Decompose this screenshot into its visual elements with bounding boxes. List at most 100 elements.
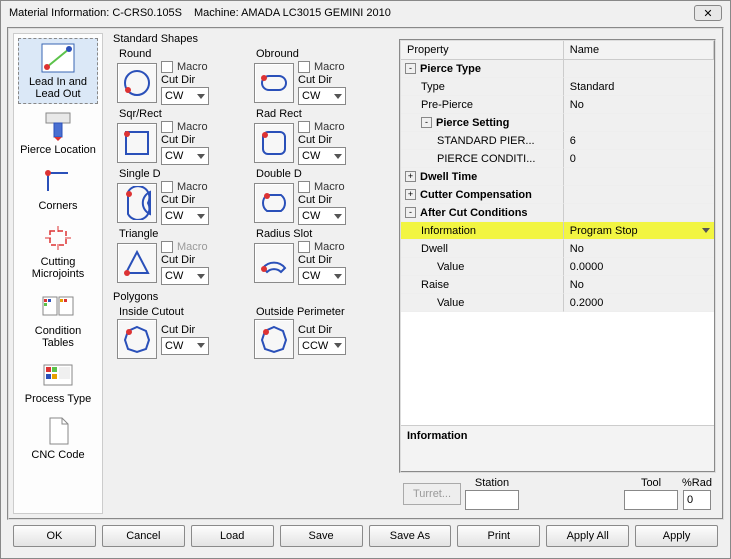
- macro-checkbox[interactable]: Macro: [161, 121, 209, 133]
- shape-button-outside-perimeter[interactable]: [254, 319, 294, 359]
- property-row[interactable]: Value0.0000: [401, 258, 714, 276]
- macro-checkbox[interactable]: Macro: [298, 241, 346, 253]
- property-row[interactable]: Pre-Pierce No: [401, 96, 714, 114]
- property-value[interactable]: [564, 204, 714, 222]
- property-value[interactable]: [564, 186, 714, 204]
- property-value[interactable]: No: [564, 96, 714, 114]
- chevron-down-icon: [197, 94, 205, 99]
- ok-button[interactable]: OK: [13, 525, 96, 547]
- shapes-panel: Standard Shapes RoundMacroCut DirCWObrou…: [113, 33, 393, 514]
- shape-button-radius-slot[interactable]: [254, 243, 294, 283]
- shape-button-obround[interactable]: [254, 63, 294, 103]
- property-value[interactable]: 6: [564, 132, 714, 150]
- property-value[interactable]: 0.2000: [564, 294, 714, 312]
- rad-label: %Rad: [682, 477, 712, 489]
- cutdir-select[interactable]: CW: [298, 147, 346, 165]
- chevron-down-icon: [197, 274, 205, 279]
- property-label: Cutter Compensation: [420, 189, 532, 201]
- apply-button[interactable]: Apply: [635, 525, 718, 547]
- shape-button-triangle[interactable]: [117, 243, 157, 283]
- cutdir-select[interactable]: CW: [161, 87, 209, 105]
- expander-icon[interactable]: -: [405, 63, 416, 74]
- chevron-down-icon: [334, 274, 342, 279]
- cnc-icon: [40, 415, 76, 447]
- property-value[interactable]: [564, 114, 714, 132]
- cutdir-select[interactable]: CW: [161, 147, 209, 165]
- property-value[interactable]: Standard: [564, 78, 714, 96]
- sidebar-item-pierce[interactable]: Pierce Location: [18, 106, 98, 160]
- cutdir-select[interactable]: CW: [298, 87, 346, 105]
- property-row[interactable]: +Dwell Time: [401, 168, 714, 186]
- tool-input[interactable]: [624, 490, 678, 510]
- shape-name-label: Rad Rect: [254, 107, 389, 121]
- shape-button-round[interactable]: [117, 63, 157, 103]
- cancel-button[interactable]: Cancel: [102, 525, 185, 547]
- macro-checkbox[interactable]: Macro: [161, 181, 209, 193]
- checkbox-icon: [161, 241, 173, 253]
- sidebar-item-microjoints[interactable]: Cutting Microjoints: [18, 218, 98, 284]
- property-label: After Cut Conditions: [420, 207, 528, 219]
- sidebar-item-lead[interactable]: Lead In and Lead Out: [18, 38, 98, 104]
- property-row[interactable]: DwellNo: [401, 240, 714, 258]
- property-row[interactable]: PIERCE CONDITI...0: [401, 150, 714, 168]
- property-row[interactable]: -After Cut Conditions: [401, 204, 714, 222]
- shape-button-inside-cutout[interactable]: [117, 319, 157, 359]
- cutdir-select[interactable]: CW: [161, 337, 209, 355]
- property-row[interactable]: -Pierce Type: [401, 60, 714, 78]
- shape-button-single-d[interactable]: [117, 183, 157, 223]
- property-value[interactable]: Program Stop: [564, 222, 714, 240]
- property-row[interactable]: Value0.2000: [401, 294, 714, 312]
- property-label: Raise: [421, 279, 449, 291]
- rad-input[interactable]: 0: [683, 490, 711, 510]
- shape-button-double-d[interactable]: [254, 183, 294, 223]
- sidebar-item-cnc[interactable]: CNC Code: [18, 411, 98, 465]
- station-input[interactable]: [465, 490, 519, 510]
- cutdir-select[interactable]: CW: [298, 207, 346, 225]
- sidebar-item-processtype[interactable]: Process Type: [18, 355, 98, 409]
- shape-button-sqr-rect[interactable]: [117, 123, 157, 163]
- turret-button[interactable]: Turret...: [403, 483, 461, 505]
- macro-checkbox[interactable]: Macro: [298, 121, 346, 133]
- property-row[interactable]: -Pierce Setting: [401, 114, 714, 132]
- expander-icon[interactable]: -: [405, 207, 416, 218]
- macro-checkbox[interactable]: Macro: [298, 181, 346, 193]
- property-value[interactable]: [564, 60, 714, 78]
- macro-checkbox[interactable]: Macro: [298, 61, 346, 73]
- property-row[interactable]: STANDARD PIER...6: [401, 132, 714, 150]
- property-label: Pre-Pierce: [421, 99, 473, 111]
- cutdir-label: Cut Dir: [161, 134, 209, 146]
- property-value[interactable]: [564, 168, 714, 186]
- cutdir-select[interactable]: CCW: [298, 337, 346, 355]
- load-button[interactable]: Load: [191, 525, 274, 547]
- macro-checkbox[interactable]: Macro: [161, 61, 209, 73]
- titlebar: Material Information: C-CRS0.105S Machin…: [1, 1, 730, 25]
- col-property[interactable]: Property: [401, 41, 564, 59]
- sidebar-item-corners[interactable]: Corners: [18, 162, 98, 216]
- shape-name-label: Radius Slot: [254, 227, 389, 241]
- property-label: Type: [421, 81, 445, 93]
- shape-button-rad-rect[interactable]: [254, 123, 294, 163]
- close-button[interactable]: ✕: [694, 5, 722, 21]
- expander-icon[interactable]: +: [405, 189, 416, 200]
- col-name[interactable]: Name: [564, 41, 714, 59]
- property-row[interactable]: InformationProgram Stop: [401, 222, 714, 240]
- property-row[interactable]: Raise No: [401, 276, 714, 294]
- sidebar-item-conditions[interactable]: Condition Tables: [18, 287, 98, 353]
- print-button[interactable]: Print: [457, 525, 540, 547]
- property-value[interactable]: 0.0000: [564, 258, 714, 276]
- cutdir-select[interactable]: CW: [298, 267, 346, 285]
- applyall-button[interactable]: Apply All: [546, 525, 629, 547]
- save-button[interactable]: Save: [280, 525, 363, 547]
- sidebar-item-label: Pierce Location: [20, 144, 96, 156]
- property-value[interactable]: No: [564, 276, 714, 294]
- expander-icon[interactable]: +: [405, 171, 416, 182]
- property-row[interactable]: + Cutter Compensation: [401, 186, 714, 204]
- expander-icon[interactable]: -: [421, 117, 432, 128]
- cutdir-label: Cut Dir: [298, 194, 346, 206]
- property-row[interactable]: Type Standard: [401, 78, 714, 96]
- cutdir-select[interactable]: CW: [161, 207, 209, 225]
- cutdir-select[interactable]: CW: [161, 267, 209, 285]
- property-value[interactable]: No: [564, 240, 714, 258]
- saveas-button[interactable]: Save As: [369, 525, 452, 547]
- property-value[interactable]: 0: [564, 150, 714, 168]
